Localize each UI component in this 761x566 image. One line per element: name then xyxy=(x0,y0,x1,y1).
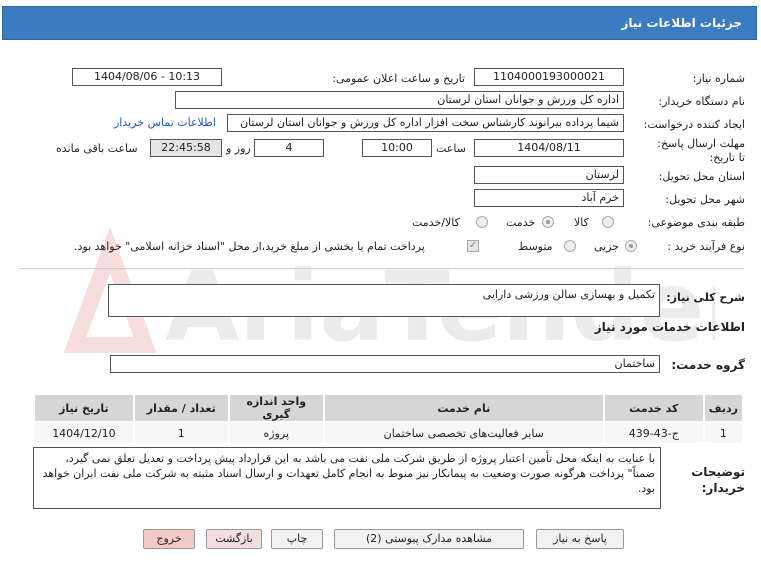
view-attachments-button[interactable]: مشاهده مدارک پیوستی (2) xyxy=(334,529,524,549)
process-label: نوع فرآیند خرید : xyxy=(667,240,745,253)
table-header-row: ردیف کد خدمت نام خدمت واحد اندازه گیری ت… xyxy=(35,395,742,421)
services-heading: اطلاعات خدمات مورد نیاز xyxy=(594,320,745,334)
announce-label: تاریخ و ساعت اعلان عمومی: xyxy=(332,72,465,85)
creator-label: ایجاد کننده درخواست: xyxy=(643,118,745,131)
buyer-notes-field: با عنایت به اینکه محل تأمین اعتبار پروژه… xyxy=(33,447,661,509)
city-label: شهر محل تحویل: xyxy=(665,193,745,206)
category-goods-service-label: کالا/خدمت xyxy=(412,216,460,229)
table-row: 1 ج-43-439 سایر فعالیت‌های تخصصی ساختمان… xyxy=(35,423,742,443)
buyer-notes-label: توضیحات خریدار: xyxy=(691,465,745,495)
process-minor-radio[interactable] xyxy=(625,240,637,252)
col-row-number: ردیف xyxy=(704,395,742,421)
deadline-time-label: ساعت xyxy=(436,142,466,155)
buyer-label: نام دستگاه خریدار: xyxy=(658,95,745,108)
page-title: جزئیات اطلاعات نیاز xyxy=(621,16,742,30)
col-quantity: تعداد / مقدار xyxy=(134,395,228,421)
category-label: طبقه بندی موضوعی: xyxy=(647,216,745,229)
category-service-label: خدمت xyxy=(506,216,536,229)
category-goods-label: کالا xyxy=(574,216,589,229)
col-service-code: کد خدمت xyxy=(604,395,703,421)
reply-button[interactable]: پاسخ به نیاز xyxy=(536,529,624,549)
title-bar-background: جزئیات اطلاعات نیاز xyxy=(2,6,757,40)
description-field: تکمیل و بهسازی سالن ورزشی دارایی xyxy=(108,284,660,317)
treasury-payment-checkbox[interactable]: ✓ xyxy=(467,240,479,252)
cell-unit: پروژه xyxy=(229,423,323,443)
cell-service-code: ج-43-439 xyxy=(604,423,703,443)
section-divider xyxy=(18,268,744,269)
province-field: لرستان xyxy=(474,166,624,184)
buyer-contact-link[interactable]: اطلاعات تماس خریدار xyxy=(114,116,216,129)
cell-row-number: 1 xyxy=(704,423,742,443)
title-bar: جزئیات اطلاعات نیاز xyxy=(0,0,761,40)
process-minor-label: جزیی xyxy=(594,240,620,253)
category-service-radio[interactable] xyxy=(542,216,554,228)
category-goods-radio[interactable] xyxy=(602,216,614,228)
deadline-label: مهلت ارسال پاسخ: تا تاریخ: xyxy=(657,137,745,164)
city-field: خرم آباد xyxy=(474,189,624,207)
remaining-days-field: 4 xyxy=(254,139,324,157)
col-need-date: تاریخ نیاز xyxy=(35,395,133,421)
days-label: روز و xyxy=(226,142,251,155)
remaining-time-label: ساعت باقی مانده xyxy=(56,142,138,155)
col-unit: واحد اندازه گیری xyxy=(229,395,323,421)
need-number-field: 1104000193000021 xyxy=(474,68,624,86)
deadline-date-field: 1404/08/11 xyxy=(474,139,624,157)
back-button[interactable]: بازگشت xyxy=(206,529,262,549)
announce-field: 1404/08/06 - 10:13 xyxy=(72,68,222,86)
print-button[interactable]: چاپ xyxy=(271,529,323,549)
cell-service-name: سایر فعالیت‌های تخصصی ساختمان xyxy=(324,423,603,443)
category-goods-service-radio[interactable] xyxy=(476,216,488,228)
process-medium-label: متوسط xyxy=(518,240,553,253)
service-group-label: گروه خدمت: xyxy=(671,358,745,372)
cell-quantity: 1 xyxy=(134,423,228,443)
services-table: ردیف کد خدمت نام خدمت واحد اندازه گیری ت… xyxy=(33,393,744,445)
description-label: شرح کلی نیاز: xyxy=(666,291,745,304)
buyer-field: اداره کل ورزش و جوانان استان لرستان xyxy=(175,91,624,109)
deadline-time-field: 10:00 xyxy=(362,139,432,157)
remaining-time-field: 22:45:58 xyxy=(150,139,222,157)
cell-need-date: 1404/12/10 xyxy=(35,423,133,443)
service-group-field: ساختمان xyxy=(110,355,660,373)
need-number-label: شماره نیاز: xyxy=(692,72,745,85)
process-medium-radio[interactable] xyxy=(564,240,576,252)
province-label: استان محل تحویل: xyxy=(658,170,745,183)
exit-button[interactable]: خروج xyxy=(143,529,195,549)
treasury-payment-note: پرداخت تمام یا بخشی از مبلغ خرید،از محل … xyxy=(74,240,425,253)
creator-field: شیما پرداده بیرانوند کارشناس سخت افزار ا… xyxy=(227,114,624,132)
col-service-name: نام خدمت xyxy=(324,395,603,421)
